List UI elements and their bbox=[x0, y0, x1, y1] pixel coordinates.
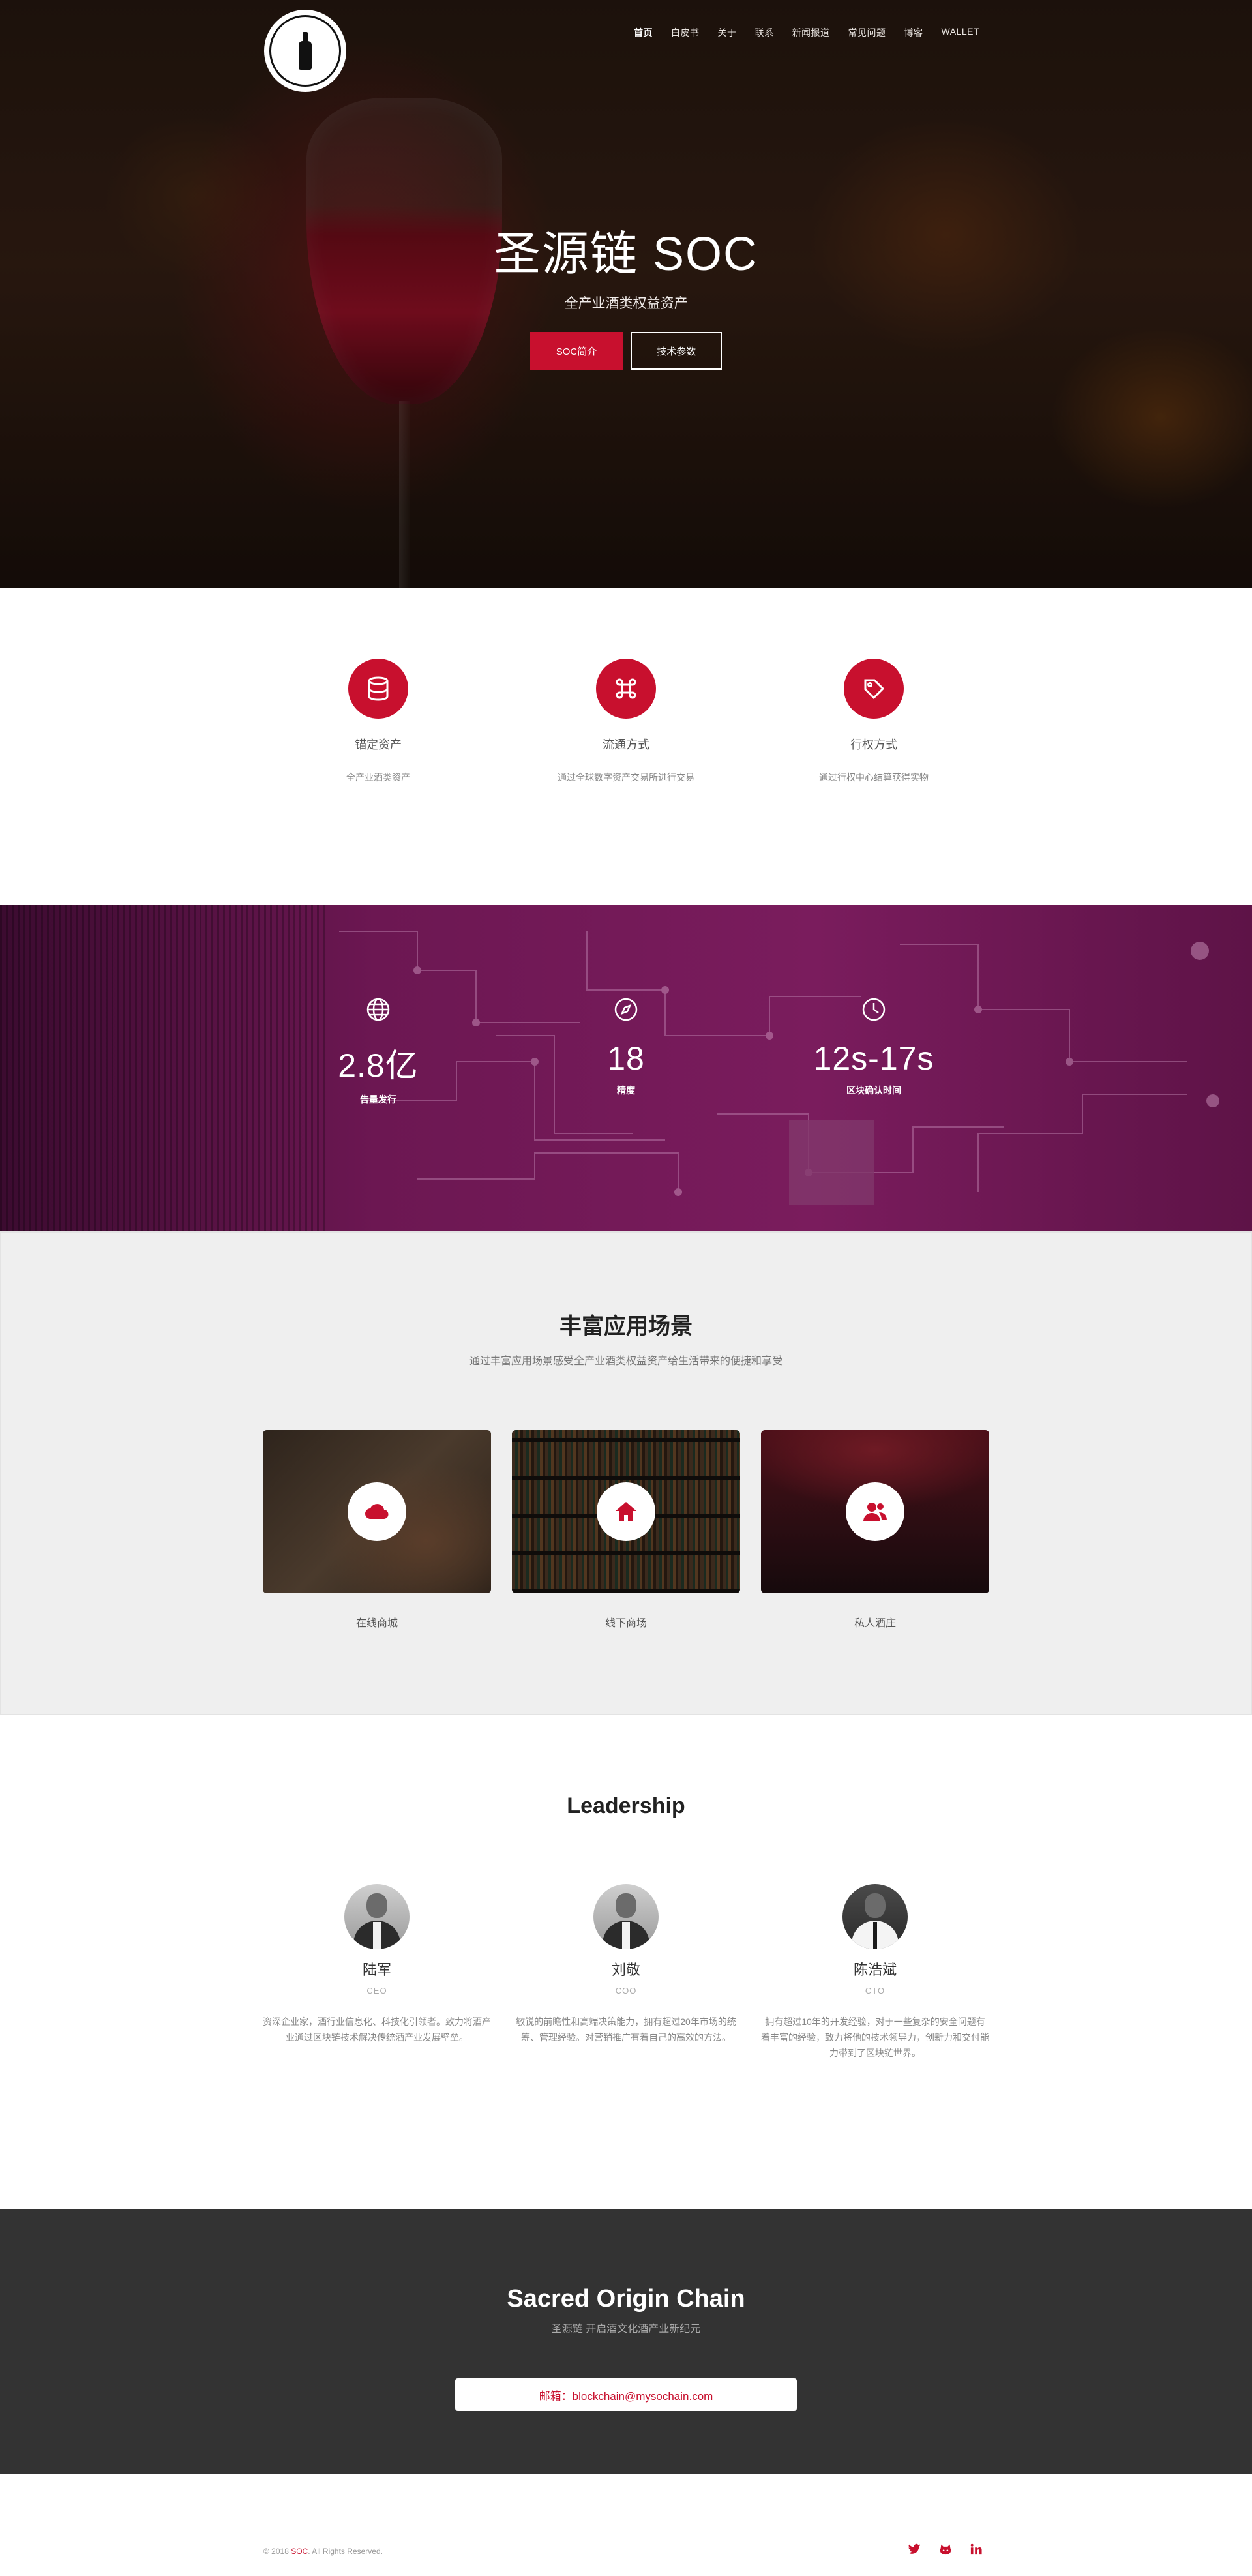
nav-item-news[interactable]: 新闻报道 bbox=[792, 26, 830, 39]
soc-intro-button[interactable]: SOC简介 bbox=[529, 332, 623, 370]
nav-item-contact[interactable]: 联系 bbox=[755, 26, 774, 39]
scene-card[interactable]: 在线商城 bbox=[263, 1430, 491, 1630]
scenes-subtitle: 通过丰富应用场景感受全产业酒类权益资产给生活带来的便捷和享受 bbox=[469, 1356, 782, 1367]
stat-item: 2.8亿 告量发行 bbox=[254, 996, 502, 1106]
compass-icon bbox=[502, 996, 750, 1025]
logo-emblem bbox=[269, 15, 341, 87]
nav-item-wallet[interactable]: WALLET bbox=[942, 26, 980, 39]
database-icon bbox=[348, 659, 408, 719]
leader-name: 刘敬 bbox=[611, 1962, 640, 1978]
avatar bbox=[344, 1884, 410, 1949]
contact-title: Sacred Origin Chain bbox=[507, 2285, 745, 2313]
users-icon bbox=[846, 1482, 904, 1541]
leader-name: 陆军 bbox=[362, 1962, 391, 1978]
footer: © 2018 SOC. All Rights Reserved. bbox=[0, 2474, 1252, 2576]
nav-item-about[interactable]: 关于 bbox=[718, 26, 737, 39]
home-icon bbox=[597, 1482, 655, 1541]
feature-item: 锚定资产 全产业酒类资产 bbox=[254, 659, 502, 905]
stats-section: 2.8亿 告量发行 18 精度 12s-17s 区块确认时间 bbox=[0, 905, 1252, 1231]
linkedin-icon[interactable] bbox=[970, 2543, 982, 2555]
hero-subtitle: 全产业酒类权益资产 bbox=[564, 296, 688, 311]
nav-item-blog[interactable]: 博客 bbox=[904, 26, 923, 39]
leadership-section: Leadership 陆军 CEO 资深企业家，酒行业信息化、科技化引领者。致力… bbox=[0, 1715, 1252, 2209]
feature-desc: 通过全球数字资产交易所进行交易 bbox=[558, 772, 694, 783]
hero-title: 圣源链 SOC bbox=[493, 228, 759, 280]
scene-label: 线下商场 bbox=[604, 1618, 647, 1629]
feature-item: 流通方式 通过全球数字资产交易所进行交易 bbox=[502, 659, 750, 905]
feature-title: 行权方式 bbox=[850, 738, 897, 751]
stat-label: 告量发行 bbox=[360, 1094, 396, 1105]
scene-image bbox=[512, 1430, 740, 1593]
scene-label: 在线商城 bbox=[355, 1618, 398, 1629]
brand-link[interactable]: SOC bbox=[291, 2547, 308, 2556]
stat-item: 18 精度 bbox=[502, 996, 750, 1106]
scenes-title: 丰富应用场景 bbox=[559, 1314, 693, 1339]
scene-card[interactable]: 私人酒庄 bbox=[761, 1430, 989, 1630]
features-section: 锚定资产 全产业酒类资产 流通方式 通过全球数字资产交易所进行交易 行权方式 通… bbox=[0, 588, 1252, 905]
leader-role: CTO bbox=[865, 1986, 886, 1996]
nav-item-whitepaper[interactable]: 白皮书 bbox=[671, 26, 700, 39]
scene-label: 私人酒庄 bbox=[854, 1618, 896, 1629]
email-button[interactable]: 邮箱：blockchain@mysochain.com bbox=[455, 2378, 797, 2411]
contact-subtitle: 圣源链 开启酒文化酒产业新纪元 bbox=[551, 2324, 701, 2335]
github-icon[interactable] bbox=[939, 2543, 952, 2555]
leader-card: 刘敬 COO 敏锐的前瞻性和高端决策能力，拥有超过20年市场的统筹、管理经验。对… bbox=[512, 1884, 740, 2061]
scene-image bbox=[761, 1430, 989, 1593]
globe-icon bbox=[254, 996, 502, 1025]
hero-content: 圣源链 SOC 全产业酒类权益资产 SOC简介 技术参数 bbox=[0, 215, 1252, 370]
nav-item-faq[interactable]: 常见问题 bbox=[848, 26, 886, 39]
feature-item: 行权方式 通过行权中心结算获得实物 bbox=[750, 659, 998, 905]
clock-icon bbox=[750, 996, 998, 1025]
twitter-icon[interactable] bbox=[908, 2543, 921, 2555]
stat-value: 18 bbox=[607, 1040, 645, 1077]
stat-label: 精度 bbox=[617, 1085, 635, 1096]
contact-section: Sacred Origin Chain 圣源链 开启酒文化酒产业新纪元 邮箱：b… bbox=[0, 2209, 1252, 2474]
feature-desc: 通过行权中心结算获得实物 bbox=[819, 772, 929, 783]
feature-title: 流通方式 bbox=[603, 738, 649, 751]
feature-title: 锚定资产 bbox=[355, 738, 402, 751]
nav-item-home[interactable]: 首页 bbox=[634, 26, 653, 39]
copyright: © 2018 SOC. All Rights Reserved. bbox=[263, 2547, 383, 2556]
leader-card: 陈浩斌 CTO 拥有超过10年的开发经验，对于一些复杂的安全问题有着丰富的经验，… bbox=[761, 1884, 989, 2061]
leader-role: COO bbox=[615, 1986, 637, 1996]
logo[interactable] bbox=[264, 10, 346, 92]
tech-params-button[interactable]: 技术参数 bbox=[631, 332, 723, 370]
stat-value: 12s-17s bbox=[813, 1040, 934, 1077]
tag-icon bbox=[844, 659, 904, 719]
bottle-icon bbox=[297, 32, 314, 70]
leader-bio: 资深企业家，酒行业信息化、科技化引领者。致力将酒产业通过区块链技术解决传统酒产业… bbox=[263, 2016, 491, 2043]
stat-item: 12s-17s 区块确认时间 bbox=[750, 996, 998, 1106]
stat-label: 区块确认时间 bbox=[846, 1085, 901, 1096]
command-icon bbox=[596, 659, 656, 719]
avatar bbox=[593, 1884, 659, 1949]
scenes-section: 丰富应用场景 通过丰富应用场景感受全产业酒类权益资产给生活带来的便捷和享受 在线… bbox=[0, 1231, 1252, 1715]
social-links bbox=[908, 2543, 982, 2555]
leader-name: 陈浩斌 bbox=[853, 1962, 897, 1978]
leadership-title: Leadership bbox=[567, 1793, 685, 1818]
stat-value: 2.8亿 bbox=[338, 1047, 419, 1084]
feature-desc: 全产业酒类资产 bbox=[346, 772, 410, 783]
leader-role: CEO bbox=[366, 1986, 387, 1996]
leader-card: 陆军 CEO 资深企业家，酒行业信息化、科技化引领者。致力将酒产业通过区块链技术… bbox=[263, 1884, 491, 2061]
hero-section: 首页 白皮书 关于 联系 新闻报道 常见问题 博客 WALLET 圣源链 SOC… bbox=[0, 0, 1252, 588]
avatar bbox=[842, 1884, 908, 1949]
scene-image bbox=[263, 1430, 491, 1593]
scene-card[interactable]: 线下商场 bbox=[512, 1430, 740, 1630]
leader-bio: 敏锐的前瞻性和高端决策能力，拥有超过20年市场的统筹、管理经验。对营销推广有着自… bbox=[516, 2016, 736, 2043]
main-nav: 首页 白皮书 关于 联系 新闻报道 常见问题 博客 WALLET bbox=[634, 26, 979, 39]
cloud-icon bbox=[348, 1482, 406, 1541]
leader-bio: 拥有超过10年的开发经验，对于一些复杂的安全问题有着丰富的经验，致力将他的技术领… bbox=[761, 2016, 989, 2058]
